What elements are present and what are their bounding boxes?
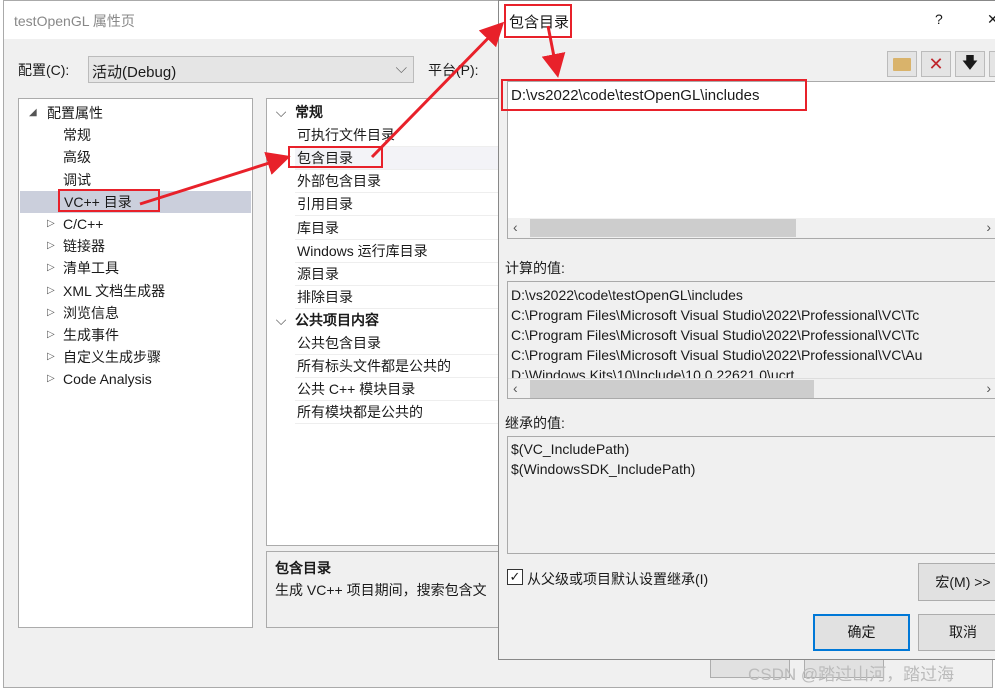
annotation-box-edit-value: [501, 79, 807, 111]
annotation-arrow-2: [370, 21, 505, 159]
annotation-box-vc-dirs: [58, 189, 160, 212]
annotation-arrow-1: [139, 152, 291, 206]
annotation-overlay: [58, 4, 807, 212]
annotation-box-dialog-title: [504, 4, 572, 38]
annotation-box-include-row: [288, 146, 383, 168]
annotation-arrow-3: [541, 25, 566, 78]
